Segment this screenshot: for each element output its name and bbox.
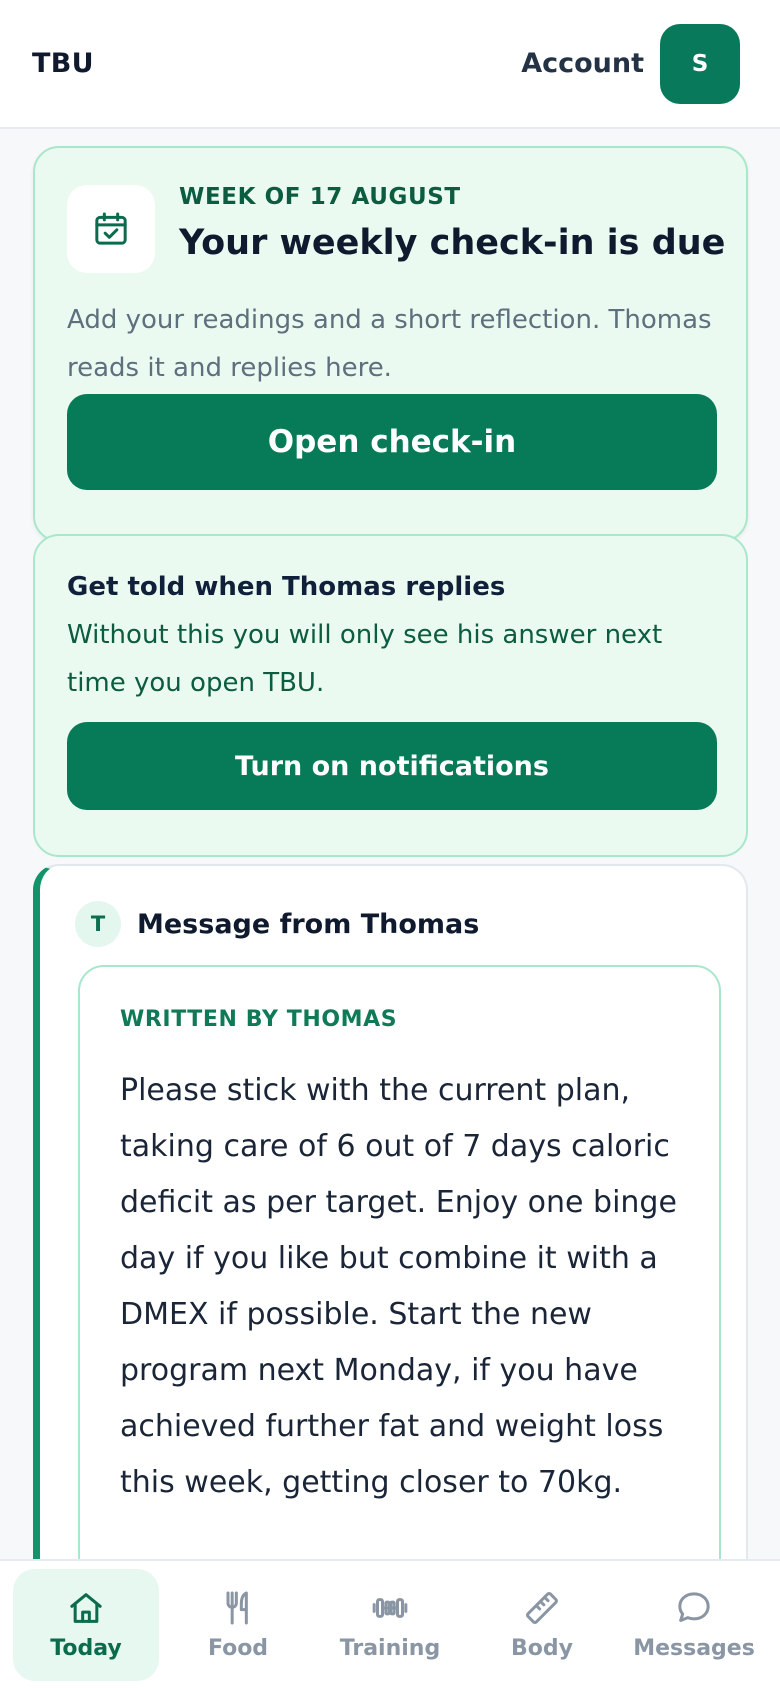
notifications-title: Get told when Thomas replies — [67, 572, 506, 602]
account-link[interactable]: Account — [521, 48, 644, 79]
nav-label-training: Training — [339, 1636, 441, 1661]
nav-item-training[interactable]: Training — [317, 1569, 463, 1681]
nav-label-messages: Messages — [633, 1636, 755, 1661]
nav-label-body: Body — [511, 1636, 573, 1661]
brand-logo-text[interactable]: TBU — [32, 48, 94, 79]
sender-avatar: T — [75, 901, 121, 947]
nav-item-messages[interactable]: Messages — [621, 1569, 767, 1681]
top-app-bar: TBU Account S — [0, 0, 780, 129]
bottom-nav: Today Food Training Body Messages — [0, 1559, 780, 1688]
week-label: WEEK OF 17 AUGUST — [179, 184, 461, 210]
main-content[interactable]: WEEK OF 17 AUGUST Your weekly check-in i… — [0, 129, 780, 1559]
nav-label-today: Today — [50, 1636, 122, 1661]
header-actions: Account S — [521, 23, 740, 104]
fork-knife-icon — [226, 1591, 248, 1625]
turn-on-notifications-button[interactable]: Turn on notifications — [67, 722, 717, 810]
nav-item-food[interactable]: Food — [165, 1569, 311, 1681]
note-label: WRITTEN BY THOMAS — [120, 1007, 398, 1032]
nav-item-today[interactable]: Today — [13, 1568, 159, 1681]
notifications-description: Without this you will only see his answe… — [67, 620, 663, 698]
checkin-title: Your weekly check-in is due — [179, 223, 726, 263]
nav-item-body[interactable]: Body — [469, 1569, 615, 1681]
message-title: Message from Thomas — [137, 908, 480, 940]
message-header: T Message from Thomas — [75, 901, 479, 947]
calendar-check-icon — [67, 185, 155, 273]
open-checkin-button[interactable]: Open check-in — [67, 394, 717, 490]
avatar[interactable]: S — [660, 23, 740, 104]
checkin-description: Add your readings and a short reflection… — [67, 305, 712, 383]
note-body: Please stick with the current plan, taki… — [120, 1073, 677, 1500]
home-icon — [70, 1593, 102, 1623]
message-card: T Message from Thomas WRITTEN BY THOMAS … — [33, 864, 748, 1559]
ruler-icon — [526, 1592, 558, 1624]
dumbbell-icon — [372, 1598, 408, 1618]
chat-bubble-icon — [678, 1592, 710, 1622]
weekly-checkin-card: WEEK OF 17 AUGUST Your weekly check-in i… — [33, 146, 748, 542]
coach-note: WRITTEN BY THOMAS Please stick with the … — [78, 965, 721, 1559]
notifications-card: Get told when Thomas replies Without thi… — [33, 534, 748, 857]
nav-label-food: Food — [207, 1636, 269, 1661]
